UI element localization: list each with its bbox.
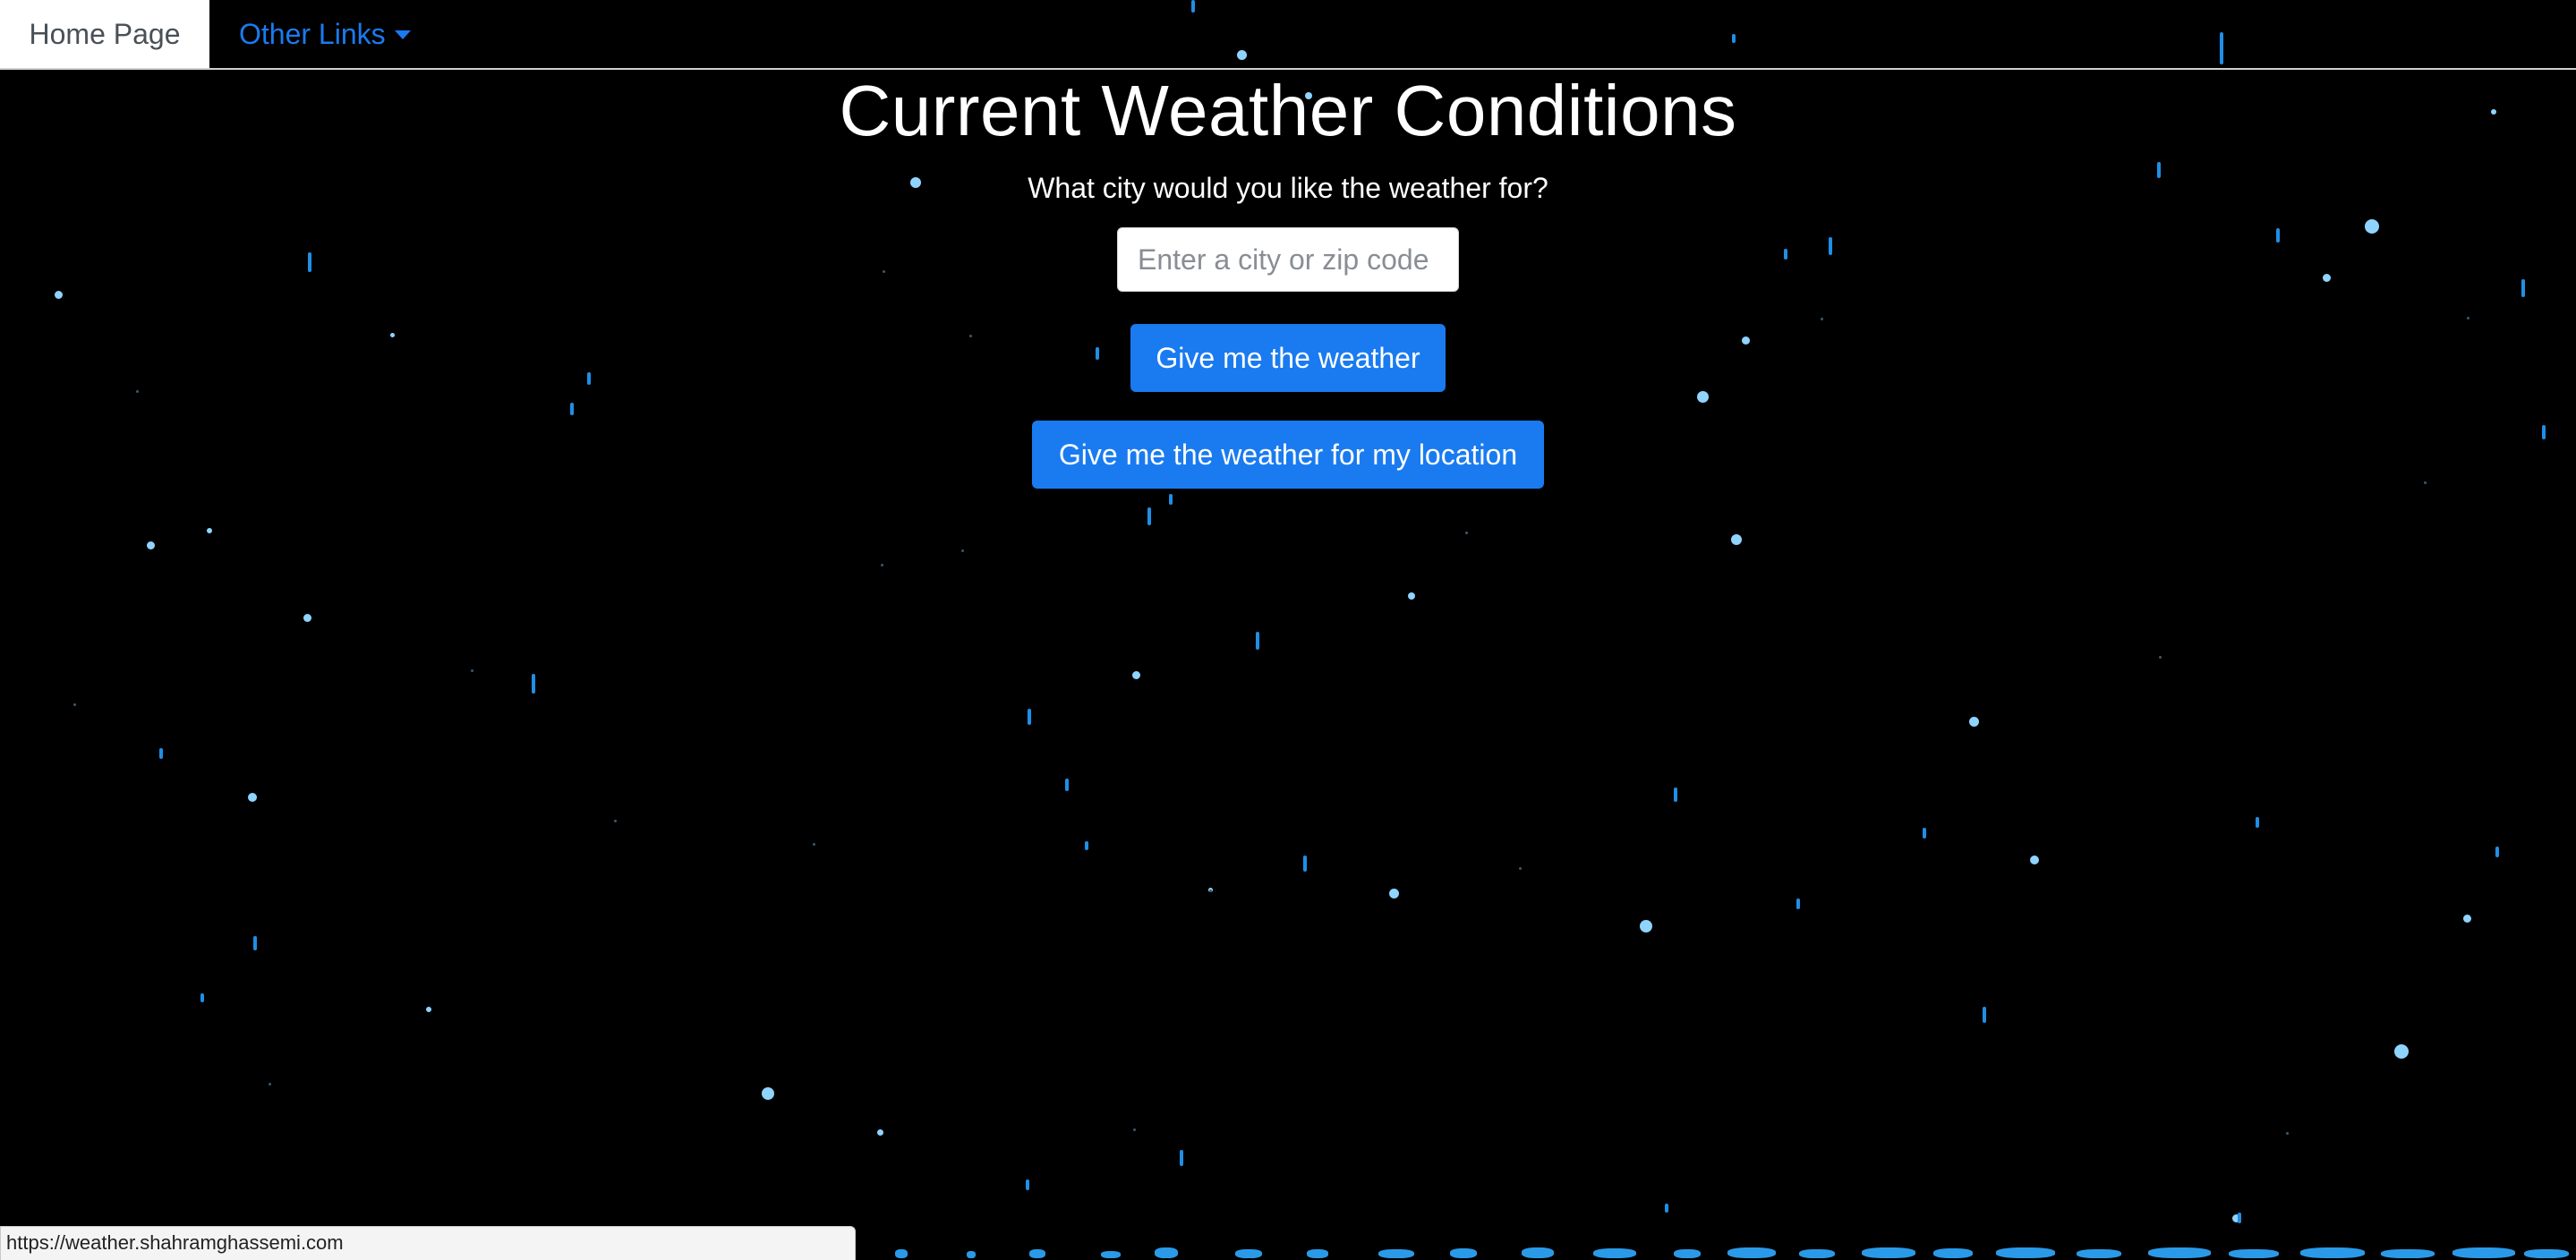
rain-splash: [1727, 1247, 1776, 1258]
rain-speck: [2159, 656, 2162, 659]
rain-splash: [895, 1249, 908, 1258]
rain-streak: [200, 993, 204, 1002]
rain-streak: [532, 674, 535, 694]
rain-splash: [2077, 1249, 2121, 1258]
rain-streak: [1923, 828, 1926, 839]
rain-streak: [1169, 494, 1173, 505]
rain-splash: [1799, 1249, 1835, 1258]
city-search-input[interactable]: [1117, 227, 1459, 292]
rain-splash: [1029, 1249, 1045, 1258]
rain-drop: [1640, 920, 1652, 932]
rain-speck: [881, 564, 883, 566]
rain-splash: [1862, 1247, 1915, 1258]
rain-splash: [1450, 1248, 1477, 1258]
rain-speck: [471, 669, 473, 672]
rain-speck: [1465, 532, 1468, 534]
rain-splash: [1307, 1249, 1328, 1258]
rain-drop: [1969, 717, 1979, 727]
weather-page: Home Page Other Links Current Weather Co…: [0, 0, 2576, 1260]
rain-streak: [1180, 1150, 1183, 1166]
rain-streak: [1147, 507, 1151, 525]
rain-streak: [1085, 841, 1088, 850]
rain-splash: [1674, 1249, 1701, 1258]
rain-speck: [961, 549, 964, 552]
nav-other-links-dropdown[interactable]: Other Links: [239, 0, 411, 68]
rain-splash: [2452, 1247, 2515, 1258]
rain-splash: [1155, 1247, 1178, 1258]
rain-speck: [1133, 1128, 1136, 1131]
rain-streak: [1665, 1204, 1668, 1213]
rain-streak: [2238, 1213, 2241, 1223]
rain-speck: [813, 843, 815, 846]
rain-drop: [248, 793, 257, 802]
rain-drop: [303, 614, 311, 622]
main-content: Current Weather Conditions What city wou…: [0, 68, 2576, 489]
rain-streak: [1303, 856, 1307, 872]
rain-splash: [1235, 1249, 1262, 1258]
rain-splash: [1996, 1247, 2055, 1258]
rain-drop: [877, 1129, 883, 1136]
rain-splash: [1522, 1247, 1554, 1258]
rain-drop: [2030, 856, 2039, 864]
rain-splash: [2300, 1247, 2365, 1258]
rain-drop: [426, 1007, 431, 1012]
rain-streak: [2495, 847, 2499, 857]
rain-streak: [2256, 817, 2259, 828]
caret-down-icon: [394, 30, 411, 39]
rain-streak: [1256, 632, 1259, 650]
rain-streak: [1028, 709, 1031, 725]
rain-drop: [1389, 889, 1399, 898]
nav-other-links-label: Other Links: [239, 18, 386, 50]
rain-splash: [2229, 1249, 2279, 1258]
rain-speck: [269, 1083, 271, 1085]
rain-drop: [1132, 671, 1140, 679]
rain-drop: [147, 541, 155, 549]
rain-drop: [762, 1087, 774, 1100]
rain-streak: [1983, 1007, 1986, 1023]
city-question-label: What city would you like the weather for…: [1028, 172, 1548, 204]
browser-status-bar: https://weather.shahramghassemi.com: [0, 1226, 856, 1260]
rain-splash: [1593, 1248, 1636, 1258]
page-title: Current Weather Conditions: [839, 71, 1737, 150]
rain-splash: [967, 1251, 976, 1258]
rain-splash: [1378, 1249, 1414, 1258]
rain-splash: [2524, 1249, 2569, 1258]
rain-drop: [1208, 888, 1213, 892]
get-location-weather-button[interactable]: Give me the weather for my location: [1032, 421, 1544, 489]
rain-drop: [207, 528, 212, 533]
rain-speck: [2286, 1132, 2289, 1135]
rain-splash: [2381, 1249, 2435, 1258]
rain-drop: [2232, 1214, 2240, 1222]
rain-speck: [73, 703, 76, 706]
rain-streak: [1026, 1179, 1029, 1190]
get-weather-button[interactable]: Give me the weather: [1130, 324, 1446, 392]
status-bar-url: https://weather.shahramghassemi.com: [6, 1231, 344, 1254]
rain-streak: [1674, 788, 1677, 802]
nav-home-page-link[interactable]: Home Page: [0, 0, 209, 68]
rain-splash: [1101, 1251, 1121, 1258]
rain-streak: [159, 748, 163, 759]
rain-drop: [1408, 592, 1415, 600]
rain-streak: [1796, 898, 1800, 909]
rain-speck: [1519, 867, 1522, 870]
rain-drop: [1731, 534, 1742, 545]
rain-streak: [253, 936, 257, 950]
rain-streak: [1065, 779, 1069, 791]
rain-speck: [1209, 890, 1212, 892]
rain-splash: [1933, 1248, 1973, 1258]
rain-speck: [614, 820, 617, 822]
rain-drop: [2463, 915, 2471, 923]
rain-drop: [2394, 1044, 2409, 1059]
top-navbar: Home Page Other Links: [0, 0, 2576, 70]
rain-splash: [2148, 1247, 2211, 1258]
